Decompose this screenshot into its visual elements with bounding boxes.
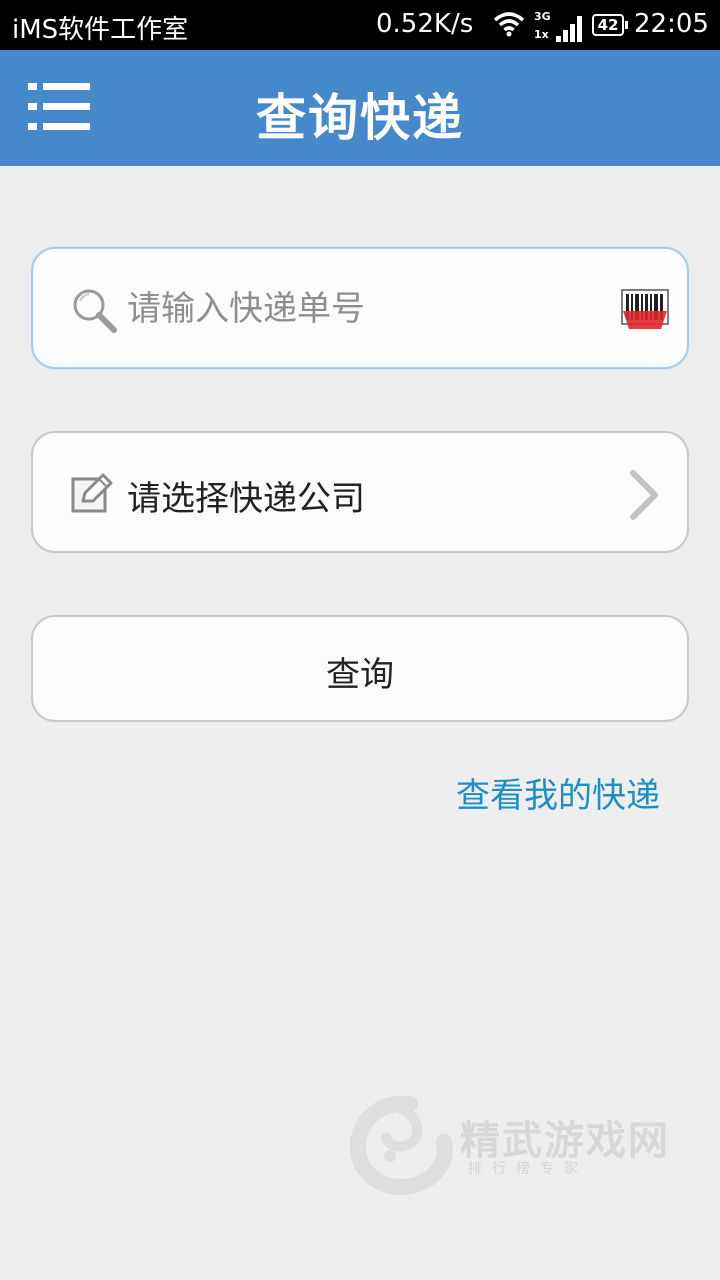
- watermark-logo-icon: [350, 1096, 453, 1195]
- page-title: 查询快递: [256, 89, 464, 147]
- network-type-label: 3G: [534, 10, 551, 23]
- tracking-number-field[interactable]: [31, 247, 689, 369]
- query-button[interactable]: 查询: [31, 615, 689, 722]
- edit-icon: [71, 473, 113, 513]
- courier-company-select[interactable]: 请选择快递公司: [31, 431, 689, 553]
- status-time: 22:05: [634, 9, 709, 39]
- network-sub-label: 1x: [534, 28, 549, 41]
- barcode-scan-icon[interactable]: [621, 289, 669, 333]
- chevron-right-icon: [630, 470, 658, 520]
- courier-company-label: 请选择快递公司: [127, 479, 365, 519]
- tracking-number-input[interactable]: [125, 283, 599, 335]
- search-icon: [73, 289, 117, 333]
- watermark-logo: 精武游戏网 排行榜专家: [350, 1092, 700, 1202]
- my-express-link[interactable]: 查看我的快递: [456, 768, 660, 817]
- query-button-label: 查询: [326, 655, 394, 695]
- battery-level: 42: [597, 16, 619, 34]
- status-bar: iMS软件工作室 0.52K/s 3G 1x 42 22:05: [0, 0, 720, 50]
- status-carrier: iMS软件工作室: [12, 15, 189, 45]
- status-network-speed: 0.52K/s: [376, 9, 474, 39]
- wifi-icon: [493, 12, 525, 37]
- cellular-signal-icon: 3G 1x: [532, 10, 584, 42]
- app-header: 查询快递: [0, 50, 720, 166]
- watermark-subtitle: 排行榜专家: [468, 1161, 588, 1177]
- battery-icon: 42: [592, 14, 628, 36]
